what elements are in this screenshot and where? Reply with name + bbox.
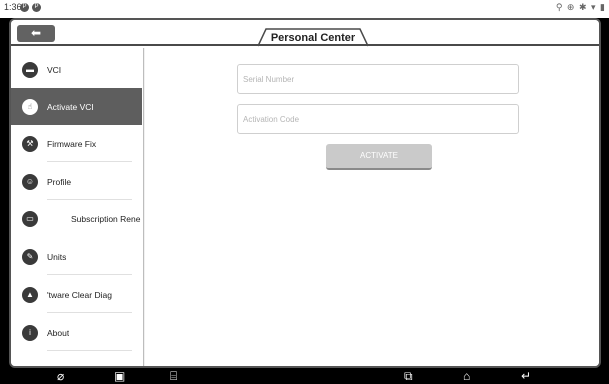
divider — [47, 274, 132, 275]
activation-code-input[interactable] — [238, 105, 518, 133]
status-notification-icons: P P — [20, 3, 41, 12]
sidebar-item-profile[interactable]: ☺ Profile — [11, 163, 142, 200]
sidebar-item-label: Firmware Fix — [47, 138, 97, 149]
sidebar: ▬ VCI ☝ Activate VCI ⚒ Firmware Fix ☺ Pr… — [11, 48, 144, 366]
sidebar-item-firmware-fix[interactable]: ⚒ Firmware Fix — [11, 125, 142, 162]
sidebar-item-label: About — [47, 327, 70, 338]
wrench-icon: ⚒ — [22, 135, 38, 152]
back-button[interactable]: ⬅ — [17, 25, 55, 42]
sidebar-item-label: Units — [47, 251, 67, 262]
activation-form: ACTIVATE — [145, 48, 599, 366]
serial-number-input[interactable] — [238, 65, 518, 93]
sidebar-item-vci[interactable]: ▬ VCI — [11, 51, 142, 88]
activate-icon: ☝ — [22, 98, 38, 115]
header: ⬅ Personal Center — [11, 20, 599, 48]
status-bar: 1:36 P P ⚲ ⊕ ✱ ▾ ▮ — [0, 0, 609, 18]
app-window: ⬅ Personal Center ▬ VCI ☝ Activate VCI ⚒… — [9, 18, 601, 368]
sidebar-item-subscription[interactable]: ▭ Subscription Rene — [11, 200, 142, 237]
header-divider — [11, 44, 599, 46]
notification-icon: P — [20, 3, 29, 12]
divider — [47, 350, 132, 351]
page-title: Personal Center — [270, 32, 356, 44]
sidebar-item-software-clear[interactable]: ▲ 'tware Clear Diag — [11, 276, 142, 313]
divider — [47, 161, 132, 162]
pencil-icon: ✎ — [22, 248, 38, 265]
back-icon[interactable]: ↵ — [521, 369, 531, 383]
vci-connector-icon[interactable]: ⌸ — [170, 369, 177, 383]
back-arrow-icon: ⬅ — [30, 26, 42, 40]
serial-number-field — [237, 64, 519, 94]
home-icon[interactable]: ⌂ — [463, 369, 470, 383]
sidebar-item-label: Subscription Rene — [71, 213, 141, 224]
sidebar-item-label: 'tware Clear Diag — [47, 289, 112, 300]
recents-icon[interactable]: ⧉ — [404, 369, 413, 383]
info-icon: i — [22, 324, 38, 341]
subscription-icon: ▭ — [22, 210, 38, 227]
sidebar-item-label: Activate VCI — [47, 101, 94, 112]
sidebar-item-label: VCI — [47, 64, 62, 75]
system-status-icons: ⚲ ⊕ ✱ ▾ ▮ — [555, 2, 606, 12]
notification-icon: P — [32, 3, 41, 12]
divider — [47, 312, 132, 313]
navigation-bar: ⌀ ▣ ⌸ ⧉ ⌂ ↵ — [0, 368, 609, 384]
status-time: 1:36 — [4, 2, 22, 12]
sidebar-item-about[interactable]: i About — [11, 314, 142, 351]
sidebar-item-units[interactable]: ✎ Units — [11, 238, 142, 275]
sidebar-item-label: Profile — [47, 176, 72, 187]
user-icon: ☺ — [22, 173, 38, 190]
bell-icon: ▲ — [22, 286, 38, 303]
vci-icon: ▬ — [22, 61, 38, 78]
browser-icon[interactable]: ⌀ — [57, 369, 64, 383]
gallery-icon[interactable]: ▣ — [114, 369, 125, 383]
activation-code-field — [237, 104, 519, 134]
sidebar-item-activate-vci[interactable]: ☝ Activate VCI — [11, 88, 142, 125]
activate-button[interactable]: ACTIVATE — [326, 144, 432, 170]
